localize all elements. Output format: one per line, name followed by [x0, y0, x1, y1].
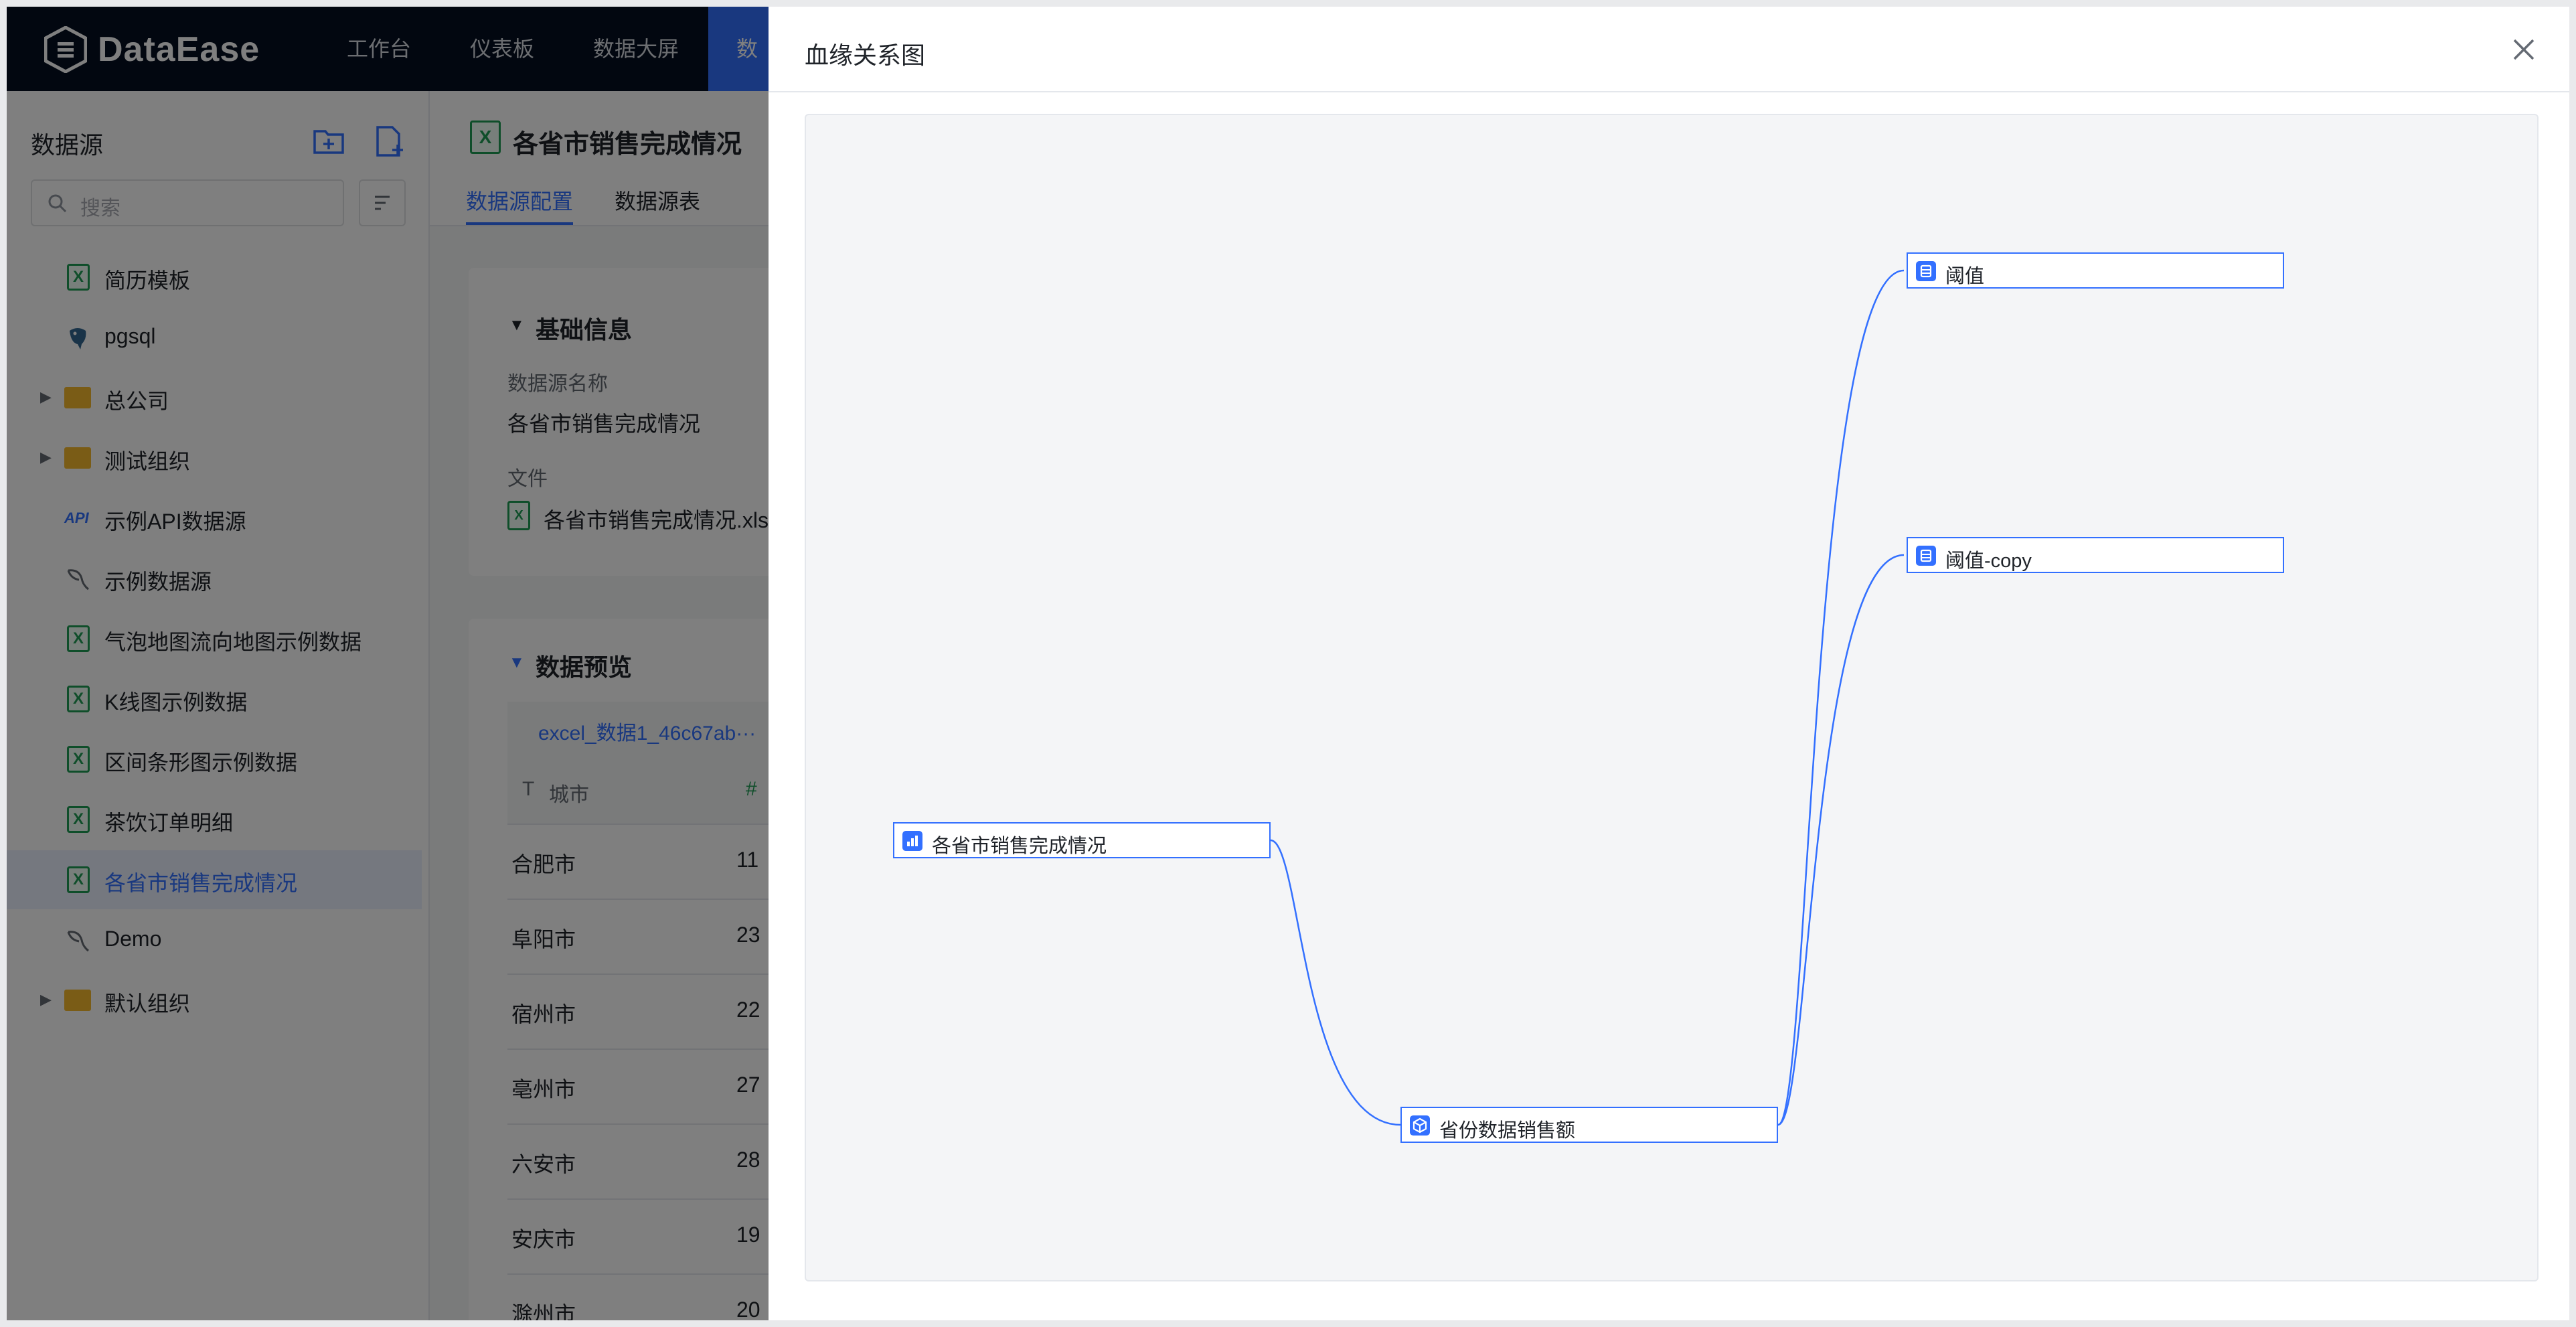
drawer-title: 血缘关系图 — [805, 42, 926, 69]
app-window: DataEase 工作台 仪表板 数据大屏 数 数据源 搜索 — [7, 7, 2569, 1320]
node-label: 省份数据销售额 — [1439, 1120, 1576, 1142]
drawer-header: 血缘关系图 — [769, 7, 2569, 92]
lineage-canvas[interactable]: 各省市销售完成情况 省份数据销售额 阈值 阈值-copy — [805, 114, 2539, 1281]
node-label: 各省市销售完成情况 — [932, 836, 1107, 857]
datasource-icon — [902, 831, 922, 851]
close-icon[interactable] — [2509, 35, 2539, 64]
lineage-node-datasource[interactable]: 各省市销售完成情况 — [893, 822, 1271, 858]
dataset-icon — [1410, 1115, 1430, 1136]
lineage-node-dataset[interactable]: 省份数据销售额 — [1400, 1107, 1778, 1143]
node-label: 阈值 — [1945, 266, 1985, 287]
lineage-node-threshold[interactable]: 阈值 — [1907, 252, 2284, 289]
dashboard-icon — [1916, 546, 1936, 566]
lineage-drawer: 血缘关系图 各省市销售完成情况 省份数据销售额 阈值 阈值-copy — [769, 7, 2569, 1320]
lineage-node-threshold-copy[interactable]: 阈值-copy — [1907, 537, 2284, 573]
edge-datasource-to-dataset — [1270, 839, 1401, 1126]
dashboard-icon — [1916, 261, 1936, 281]
node-label: 阈值-copy — [1945, 550, 2032, 572]
edge-dataset-to-threshold-copy — [1777, 554, 1905, 1126]
edge-dataset-to-threshold — [1777, 269, 1905, 1126]
